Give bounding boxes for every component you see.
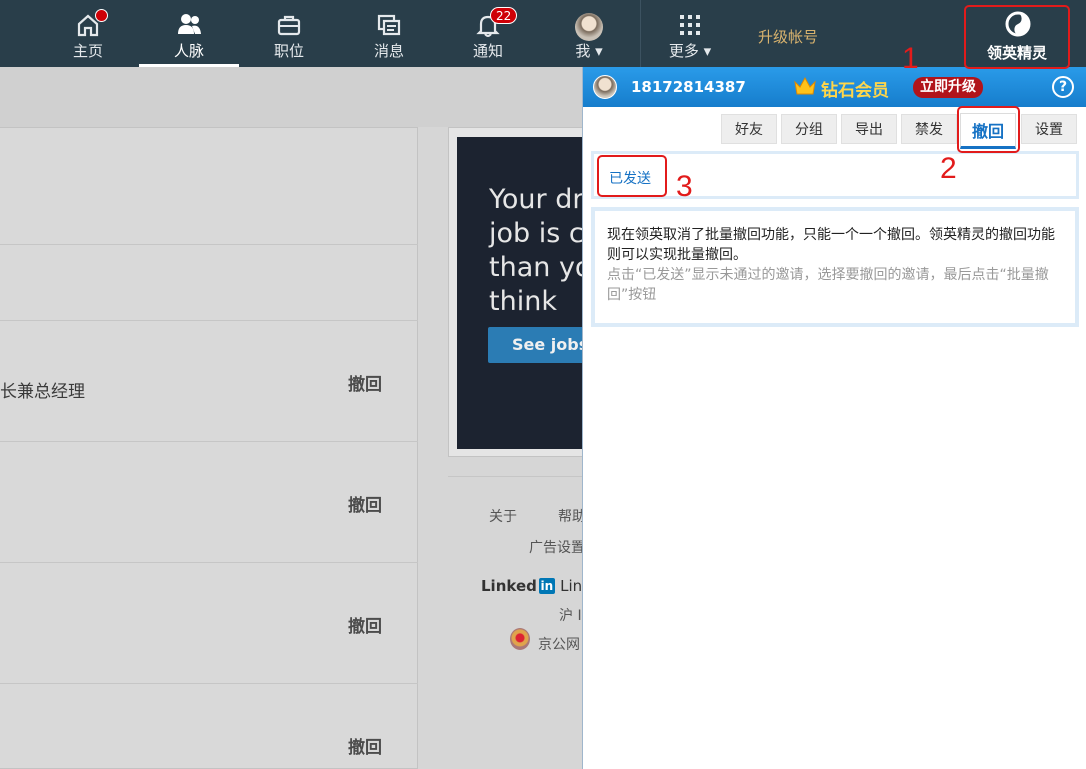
job-ad-card[interactable]: Your dre job is clo than yo think See jo…: [448, 127, 584, 457]
ad-line: job is clo: [489, 218, 584, 249]
nav-jobs[interactable]: 职位: [239, 0, 339, 67]
row-divider: [0, 683, 418, 684]
avatar: [593, 75, 617, 99]
grid-icon: [680, 15, 700, 35]
nav-messages[interactable]: 消息: [339, 0, 439, 67]
withdraw-button[interactable]: 撤回: [348, 370, 382, 395]
see-jobs-button[interactable]: See jobs: [488, 327, 584, 363]
ad-line: Your dre: [489, 184, 584, 215]
footer-icp: 沪 I: [559, 608, 582, 624]
panel-header: 18172814387 钻石会员 立即升级 ?: [583, 67, 1086, 107]
row-divider: [0, 562, 418, 563]
nav-home-label: 主页: [72, 42, 103, 60]
annotation-number: 2: [940, 152, 957, 185]
instructions-box: 现在领英取消了批量撤回功能，只能一个一个撤回。领英精灵的撤回功能则可以实现批量撤…: [591, 207, 1079, 327]
crown-icon: [794, 76, 816, 95]
annotation-box-withdraw-tab: [957, 106, 1020, 153]
row-divider: [0, 320, 418, 321]
footer-about-link[interactable]: 关于: [489, 506, 517, 526]
row-divider: [0, 244, 418, 245]
annotation-box-extension: [964, 5, 1070, 69]
sent-invitations-list: 长兼总经理 撤回 撤回 撤回 撤回: [0, 127, 418, 769]
tab-export[interactable]: 导出: [841, 114, 897, 144]
tab-settings[interactable]: 设置: [1021, 114, 1077, 144]
footer-police-record[interactable]: 京公网: [538, 634, 580, 654]
row-divider: [0, 441, 418, 442]
linkedin-in-icon: in: [538, 578, 555, 594]
membership-tier: 钻石会员: [821, 81, 889, 101]
nav-home[interactable]: 主页: [38, 0, 138, 67]
tab-groups[interactable]: 分组: [781, 114, 837, 144]
notifications-badge: 22: [490, 7, 518, 24]
messages-icon: [377, 14, 401, 36]
people-icon: [178, 14, 201, 34]
annotation-number: 3: [676, 170, 693, 203]
tab-friends[interactable]: 好友: [721, 114, 777, 144]
nav-more-label: 更多 ▾: [668, 42, 712, 60]
annotation-number: 1: [902, 42, 919, 75]
linkedin-logo: Linked in Link: [481, 577, 591, 595]
ad-line: think: [489, 286, 557, 317]
nav-more[interactable]: 更多 ▾: [640, 0, 740, 67]
nav-network-label: 人脉: [173, 42, 204, 60]
tab-block[interactable]: 禁发: [901, 114, 957, 144]
job-ad-image: Your dre job is clo than yo think See jo…: [457, 137, 584, 449]
nav-notifications[interactable]: 22 通知: [438, 0, 538, 67]
nav-messages-label: 消息: [373, 42, 404, 60]
withdraw-button[interactable]: 撤回: [348, 733, 382, 758]
help-icon[interactable]: ?: [1052, 76, 1074, 98]
nav-jobs-label: 职位: [273, 42, 304, 60]
home-badge: [95, 9, 108, 22]
nav-me-label: 我 ▾: [575, 42, 603, 60]
instructions-hint: 点击“已发送”显示未通过的邀请，选择要撤回的邀请，最后点击“批量撤回”按钮: [607, 267, 1049, 303]
upgrade-now-button[interactable]: 立即升级: [913, 77, 983, 98]
linkedin-wordmark: Linked: [481, 577, 537, 595]
page-header-strip: [0, 67, 583, 127]
account-phone: 18172814387: [631, 78, 746, 96]
briefcase-icon: [277, 15, 301, 36]
nav-network[interactable]: 人脉: [139, 0, 239, 67]
withdraw-button[interactable]: 撤回: [348, 612, 382, 637]
invitation-headline: 长兼总经理: [0, 382, 85, 402]
police-badge-icon: [510, 628, 530, 650]
withdraw-button[interactable]: 撤回: [348, 491, 382, 516]
nav-me[interactable]: 我 ▾: [539, 0, 639, 67]
top-navigation-bar: 主页 人脉 职位 消息 22 通知 我 ▾ 更多 ▾ 升级帐号 领英精灵: [0, 0, 1086, 67]
upgrade-account-link[interactable]: 升级帐号: [740, 26, 836, 47]
ad-line: than yo: [489, 252, 584, 283]
footer-divider: [448, 476, 583, 477]
annotation-box-sent: [597, 155, 667, 197]
instructions-main: 现在领英取消了批量撤回功能，只能一个一个撤回。领英精灵的撤回功能则可以实现批量撤…: [607, 227, 1055, 263]
nav-notifications-label: 通知: [472, 42, 503, 60]
ad-headline: Your dre job is clo than yo think: [489, 183, 584, 319]
footer-ad-settings-link[interactable]: 广告设置: [529, 537, 585, 557]
